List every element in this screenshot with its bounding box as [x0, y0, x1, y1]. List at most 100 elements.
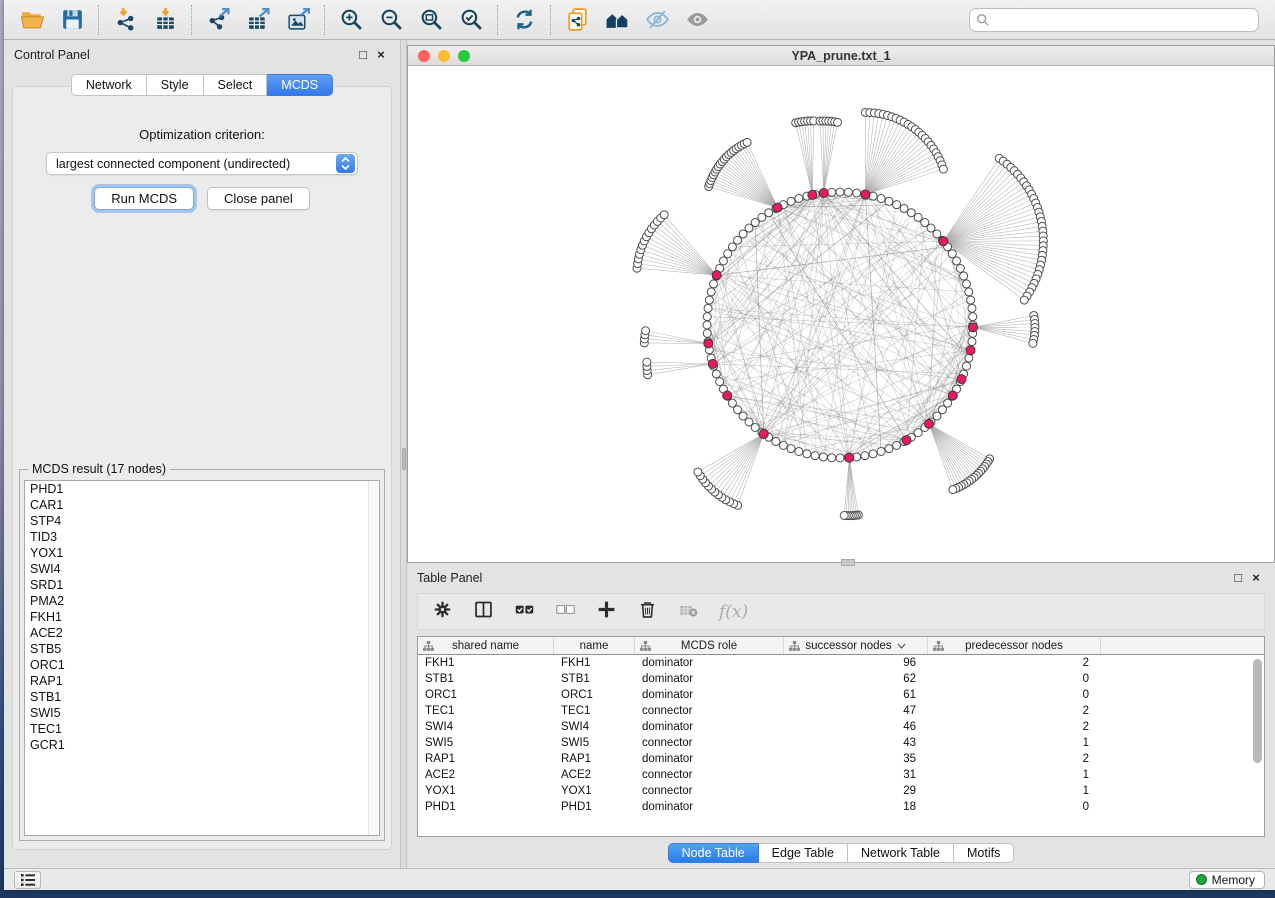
cell-successor-nodes[interactable]: 46	[784, 719, 928, 735]
cell-name[interactable]: SWI4	[554, 719, 635, 735]
cell-name[interactable]: STB1	[554, 671, 635, 687]
mcds-result-item[interactable]: STP4	[25, 513, 379, 529]
cell-predecessor-nodes[interactable]: 2	[928, 751, 1101, 767]
cell-shared-name[interactable]: SWI5	[418, 735, 554, 751]
run-mcds-button[interactable]: Run MCDS	[94, 187, 194, 210]
export-network-button[interactable]	[198, 4, 238, 36]
show-all-button[interactable]	[677, 4, 717, 36]
cell-successor-nodes[interactable]: 96	[784, 655, 928, 671]
cell-name[interactable]: TEC1	[554, 703, 635, 719]
delete-row-button[interactable]	[637, 599, 658, 625]
mcds-result-item[interactable]: PMA2	[25, 593, 379, 609]
close-panel-button[interactable]: Close panel	[207, 187, 310, 210]
cell-name[interactable]: ORC1	[554, 687, 635, 703]
table-row[interactable]: STB1STB1dominator620	[418, 671, 1264, 687]
network-titlebar[interactable]: YPA_prune.txt_1	[408, 46, 1274, 66]
destroy-table-button[interactable]	[678, 599, 699, 625]
cell-shared-name[interactable]: FKH1	[418, 655, 554, 671]
splitter-handle[interactable]	[402, 448, 406, 470]
cell-predecessor-nodes[interactable]: 2	[928, 655, 1101, 671]
column-header-name[interactable]: name	[554, 637, 635, 654]
cell-shared-name[interactable]: ACE2	[418, 767, 554, 783]
table-row[interactable]: PHD1PHD1dominator180	[418, 799, 1264, 815]
table-row[interactable]: TEC1TEC1connector472	[418, 703, 1264, 719]
mcds-result-item[interactable]: SWI5	[25, 705, 379, 721]
cell-successor-nodes[interactable]: 62	[784, 671, 928, 687]
table-row[interactable]: RAP1RAP1dominator352	[418, 751, 1264, 767]
apply-layout-button[interactable]	[504, 4, 544, 36]
table-scrollbar-thumb[interactable]	[1253, 659, 1262, 763]
split-panel-button[interactable]	[473, 599, 494, 625]
cell-shared-name[interactable]: TEC1	[418, 703, 554, 719]
cell-shared-name[interactable]: PHD1	[418, 799, 554, 815]
select-all-button[interactable]	[514, 599, 535, 625]
task-history-button[interactable]	[14, 871, 41, 889]
cell-successor-nodes[interactable]: 35	[784, 751, 928, 767]
cell-MCDS-role[interactable]: dominator	[635, 799, 784, 815]
zoom-selected-button[interactable]	[451, 4, 491, 36]
tab-mcds[interactable]: MCDS	[267, 74, 333, 96]
cell-successor-nodes[interactable]: 31	[784, 767, 928, 783]
tab-edge-table[interactable]: Edge Table	[759, 843, 848, 863]
function-builder-button[interactable]: f(x)	[719, 602, 748, 622]
export-image-button[interactable]	[278, 4, 318, 36]
cell-predecessor-nodes[interactable]: 0	[928, 687, 1101, 703]
open-file-button[interactable]	[12, 4, 52, 36]
zoom-fit-button[interactable]	[411, 4, 451, 36]
table-row[interactable]: ACE2ACE2connector311	[418, 767, 1264, 783]
cell-name[interactable]: YOX1	[554, 783, 635, 799]
mcds-result-item[interactable]: ORC1	[25, 657, 379, 673]
cell-name[interactable]: RAP1	[554, 751, 635, 767]
cell-shared-name[interactable]: STB1	[418, 671, 554, 687]
mcds-result-list[interactable]: PHD1CAR1STP4TID3YOX1SWI4SRD1PMA2FKH1ACE2…	[24, 480, 380, 836]
mcds-result-item[interactable]: YOX1	[25, 545, 379, 561]
import-table-button[interactable]	[145, 4, 185, 36]
tab-select[interactable]: Select	[204, 74, 268, 96]
cell-predecessor-nodes[interactable]: 1	[928, 783, 1101, 799]
cell-name[interactable]: ACE2	[554, 767, 635, 783]
mcds-result-item[interactable]: PHD1	[25, 481, 379, 497]
cell-MCDS-role[interactable]: dominator	[635, 719, 784, 735]
close-panel-icon[interactable]: ×	[372, 47, 390, 63]
network-canvas[interactable]	[408, 66, 1274, 562]
tab-motifs[interactable]: Motifs	[954, 843, 1014, 863]
cell-shared-name[interactable]: YOX1	[418, 783, 554, 799]
cell-MCDS-role[interactable]: connector	[635, 703, 784, 719]
cell-name[interactable]: SWI5	[554, 735, 635, 751]
hide-selected-button[interactable]	[637, 4, 677, 36]
mcds-result-item[interactable]: TEC1	[25, 721, 379, 737]
cell-name[interactable]: PHD1	[554, 799, 635, 815]
cell-MCDS-role[interactable]: connector	[635, 783, 784, 799]
duplicate-network-button[interactable]	[557, 4, 597, 36]
table-row[interactable]: FKH1FKH1dominator962	[418, 655, 1264, 671]
mcds-result-item[interactable]: STB1	[25, 689, 379, 705]
mcds-result-item[interactable]: SWI4	[25, 561, 379, 577]
tab-node-table[interactable]: Node Table	[668, 843, 759, 863]
cell-successor-nodes[interactable]: 18	[784, 799, 928, 815]
cell-predecessor-nodes[interactable]: 0	[928, 671, 1101, 687]
cell-shared-name[interactable]: SWI4	[418, 719, 554, 735]
cell-successor-nodes[interactable]: 47	[784, 703, 928, 719]
import-network-button[interactable]	[105, 4, 145, 36]
network-graph[interactable]	[408, 66, 1274, 561]
cell-MCDS-role[interactable]: dominator	[635, 655, 784, 671]
table-row[interactable]: ORC1ORC1dominator610	[418, 687, 1264, 703]
panel-splitter[interactable]	[400, 40, 407, 868]
cell-MCDS-role[interactable]: dominator	[635, 671, 784, 687]
optimization-dropdown[interactable]: largest connected component (undirected)	[46, 152, 358, 175]
mcds-result-item[interactable]: CAR1	[25, 497, 379, 513]
cell-MCDS-role[interactable]: connector	[635, 767, 784, 783]
mcds-result-item[interactable]: SRD1	[25, 577, 379, 593]
cell-MCDS-role[interactable]: dominator	[635, 751, 784, 767]
mcds-result-item[interactable]: ACE2	[25, 625, 379, 641]
mcds-result-item[interactable]: GCR1	[25, 737, 379, 753]
cell-predecessor-nodes[interactable]: 2	[928, 719, 1101, 735]
save-session-button[interactable]	[52, 4, 92, 36]
cell-predecessor-nodes[interactable]: 1	[928, 735, 1101, 751]
cell-shared-name[interactable]: ORC1	[418, 687, 554, 703]
memory-button[interactable]: Memory	[1189, 871, 1265, 889]
cell-MCDS-role[interactable]: dominator	[635, 687, 784, 703]
cell-MCDS-role[interactable]: connector	[635, 735, 784, 751]
table-row[interactable]: SWI4SWI4dominator462	[418, 719, 1264, 735]
export-table-button[interactable]	[238, 4, 278, 36]
